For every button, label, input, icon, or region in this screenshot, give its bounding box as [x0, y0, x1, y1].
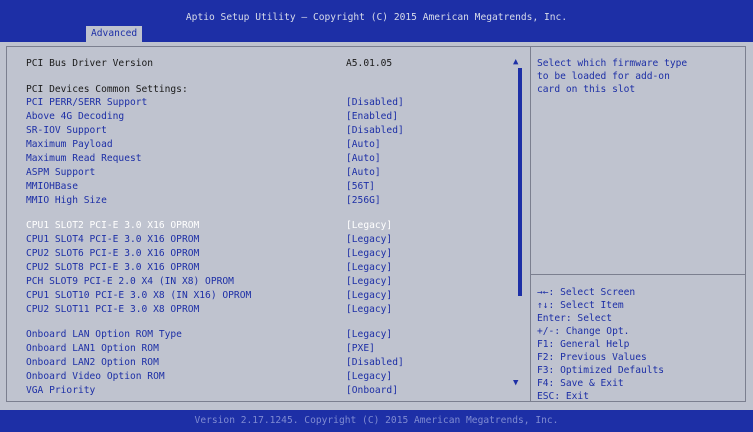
- setting-mmio-high-size[interactable]: MMIO High Size [256G]: [26, 194, 381, 207]
- item-label: SR-IOV Support: [26, 125, 107, 136]
- item-value[interactable]: [Legacy]: [346, 275, 392, 288]
- setting-maximum-read-request[interactable]: Maximum Read Request [Auto]: [26, 152, 381, 165]
- scrollbar-thumb[interactable]: [518, 68, 522, 296]
- footer-version: Version 2.17.1245. Copyright (C) 2015 Am…: [0, 410, 753, 432]
- item-label: CPU2 SLOT11 PCI-E 3.0 X8 OPROM: [26, 304, 200, 315]
- key-change-opt: +/-: Change Opt.: [537, 326, 630, 337]
- setting-mmiohbase[interactable]: MMIOHBase [56T]: [26, 180, 375, 193]
- setting-cpu2-slot11-oprom[interactable]: CPU2 SLOT11 PCI-E 3.0 X8 OPROM [Legacy]: [26, 303, 392, 316]
- section-heading-pci-devices: PCI Devices Common Settings:: [26, 83, 188, 96]
- item-label: VGA Priority: [26, 385, 96, 396]
- key-general-help: F1: General Help: [537, 339, 630, 350]
- key-select-item: ↑↓: Select Item: [537, 300, 624, 311]
- header-bar: Aptio Setup Utility – Copyright (C) 2015…: [0, 0, 753, 42]
- setting-cpu2-slot8-oprom[interactable]: CPU2 SLOT8 PCI-E 3.0 X16 OPROM [Legacy]: [26, 261, 392, 274]
- item-label: ASPM Support: [26, 167, 96, 178]
- item-value[interactable]: [Onboard]: [346, 384, 398, 397]
- item-value[interactable]: [256G]: [346, 194, 381, 207]
- item-value[interactable]: [Legacy]: [346, 289, 392, 302]
- section-heading: PCI Devices Common Settings:: [26, 84, 188, 95]
- item-label: PCI Bus Driver Version: [26, 58, 154, 69]
- item-value[interactable]: [Legacy]: [346, 219, 392, 232]
- item-value[interactable]: [Auto]: [346, 166, 381, 179]
- item-value[interactable]: [Legacy]: [346, 247, 392, 260]
- panel-divider: [530, 46, 531, 402]
- scroll-up-arrow-icon[interactable]: ▲: [513, 58, 518, 67]
- key-optimized-defaults: F3: Optimized Defaults: [537, 365, 665, 376]
- item-label: Above 4G Decoding: [26, 111, 125, 122]
- help-text-line: Select which firmware type: [537, 58, 688, 69]
- scroll-down-arrow-icon[interactable]: ▼: [513, 379, 518, 388]
- key-previous-values: F2: Previous Values: [537, 352, 647, 363]
- setting-vga-priority[interactable]: VGA Priority [Onboard]: [26, 384, 398, 397]
- utility-title: Aptio Setup Utility – Copyright (C) 2015…: [185, 12, 568, 23]
- item-value[interactable]: [Auto]: [346, 152, 381, 165]
- setting-onboard-video-rom[interactable]: Onboard Video Option ROM [Legacy]: [26, 370, 392, 383]
- item-label: CPU1 SLOT4 PCI-E 3.0 X16 OPROM: [26, 234, 200, 245]
- item-label: Onboard LAN Option ROM Type: [26, 329, 182, 340]
- item-label: CPU2 SLOT8 PCI-E 3.0 X16 OPROM: [26, 262, 200, 273]
- setting-onboard-lan2-rom[interactable]: Onboard LAN2 Option ROM [Disabled]: [26, 356, 404, 369]
- item-value[interactable]: [Legacy]: [346, 303, 392, 316]
- help-text-line: card on this slot: [537, 84, 636, 95]
- setting-cpu1-slot2-oprom[interactable]: CPU1 SLOT2 PCI-E 3.0 X16 OPROM [Legacy]: [26, 219, 392, 232]
- item-label: Onboard LAN1 Option ROM: [26, 343, 159, 354]
- item-value[interactable]: [56T]: [346, 180, 375, 193]
- item-value: A5.01.05: [346, 58, 393, 69]
- key-enter-select: Enter: Select: [537, 313, 613, 324]
- item-label: Onboard Video Option ROM: [26, 371, 165, 382]
- setting-onboard-lan1-rom[interactable]: Onboard LAN1 Option ROM [PXE]: [26, 342, 375, 355]
- setting-cpu2-slot6-oprom[interactable]: CPU2 SLOT6 PCI-E 3.0 X16 OPROM [Legacy]: [26, 247, 392, 260]
- item-label: CPU1 SLOT10 PCI-E 3.0 X8 (IN X16) OPROM: [26, 290, 252, 301]
- item-label: Maximum Read Request: [26, 153, 142, 164]
- setting-sr-iov-support[interactable]: SR-IOV Support [Disabled]: [26, 124, 404, 137]
- setting-pch-slot9-oprom[interactable]: PCH SLOT9 PCI-E 2.0 X4 (IN X8) OPROM [Le…: [26, 275, 392, 288]
- item-label: PCI PERR/SERR Support: [26, 97, 148, 108]
- key-select-screen: →←: Select Screen: [537, 287, 636, 298]
- item-label: MMIO High Size: [26, 195, 107, 206]
- setting-aspm-support[interactable]: ASPM Support [Auto]: [26, 166, 381, 179]
- setting-maximum-payload[interactable]: Maximum Payload [Auto]: [26, 138, 381, 151]
- item-value[interactable]: [Enabled]: [346, 110, 398, 123]
- setting-pci-perr-serr[interactable]: PCI PERR/SERR Support [Disabled]: [26, 96, 404, 109]
- item-value[interactable]: [PXE]: [346, 342, 375, 355]
- item-value[interactable]: [Disabled]: [346, 96, 404, 109]
- key-save-exit: F4: Save & Exit: [537, 378, 624, 389]
- item-value[interactable]: [Legacy]: [346, 233, 392, 246]
- item-value[interactable]: [Auto]: [346, 138, 381, 151]
- key-esc-exit: ESC: Exit: [537, 391, 589, 402]
- item-value[interactable]: [Disabled]: [346, 356, 404, 369]
- setting-onboard-lan-rom-type[interactable]: Onboard LAN Option ROM Type [Legacy]: [26, 328, 392, 341]
- help-divider: [531, 274, 746, 275]
- item-label: CPU1 SLOT2 PCI-E 3.0 X16 OPROM: [26, 220, 200, 231]
- item-value[interactable]: [Legacy]: [346, 328, 392, 341]
- tab-advanced[interactable]: Advanced: [86, 26, 143, 42]
- item-label: CPU2 SLOT6 PCI-E 3.0 X16 OPROM: [26, 248, 200, 259]
- setting-cpu1-slot10-oprom[interactable]: CPU1 SLOT10 PCI-E 3.0 X8 (IN X16) OPROM …: [26, 289, 392, 302]
- pci-bus-driver-version: PCI Bus Driver Version A5.01.05: [26, 57, 392, 70]
- item-value[interactable]: [Disabled]: [346, 124, 404, 137]
- item-value[interactable]: [Legacy]: [346, 261, 392, 274]
- item-label: Onboard LAN2 Option ROM: [26, 357, 159, 368]
- item-label: Maximum Payload: [26, 139, 113, 150]
- item-label: PCH SLOT9 PCI-E 2.0 X4 (IN X8) OPROM: [26, 276, 234, 287]
- item-label: MMIOHBase: [26, 181, 78, 192]
- help-text-line: to be loaded for add-on: [537, 71, 670, 82]
- setting-above-4g-decoding[interactable]: Above 4G Decoding [Enabled]: [26, 110, 398, 123]
- item-value[interactable]: [Legacy]: [346, 370, 392, 383]
- setting-cpu1-slot4-oprom[interactable]: CPU1 SLOT4 PCI-E 3.0 X16 OPROM [Legacy]: [26, 233, 392, 246]
